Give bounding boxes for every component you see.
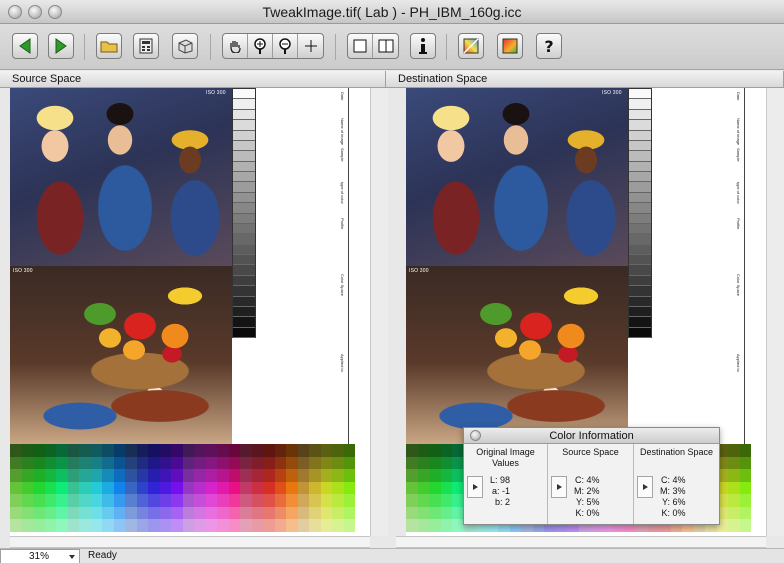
original-values-column: Original Image Values L: 98 a: -1 b: 2 — [464, 444, 548, 524]
layout-group — [347, 33, 399, 59]
open-button[interactable] — [96, 33, 122, 59]
calculator-icon — [139, 38, 153, 54]
info-button[interactable] — [410, 33, 436, 59]
side-label: Applied to — [736, 354, 741, 372]
side-label: Sample — [340, 148, 345, 162]
side-label: Sample — [736, 148, 741, 162]
status-bar: 31% Ready — [0, 548, 784, 563]
info-icon — [419, 38, 427, 54]
back-button[interactable] — [12, 33, 38, 59]
photo-musicians — [10, 88, 232, 266]
zoom-value: 31% — [29, 551, 50, 562]
iso-label: ISO 300 — [13, 268, 33, 274]
color-information-title: Color Information — [464, 428, 719, 444]
forward-icon — [55, 38, 67, 54]
side-label: Color Space — [736, 274, 741, 297]
side-label: Name of image — [340, 118, 345, 146]
source-scroll-gutter[interactable] — [370, 88, 388, 536]
gradient-button[interactable] — [497, 33, 523, 59]
source-space-column: Source Space C: 4% M: 2% Y: 5% K: 0% — [548, 444, 634, 524]
side-label: Profile — [340, 218, 345, 230]
zoom-in-button[interactable] — [248, 34, 273, 58]
destination-space-values: C: 4% M: 3% Y: 6% K: 0% — [660, 475, 686, 518]
split-view-button[interactable] — [373, 34, 398, 58]
svg-text:?: ? — [544, 37, 553, 55]
photo-fruit-basket — [406, 266, 628, 444]
source-space-popup[interactable] — [551, 476, 567, 498]
source-horizontal-scrollbar[interactable] — [10, 536, 370, 548]
iso-label: ISO 300 — [206, 90, 226, 96]
side-label: Date — [736, 92, 741, 101]
box-icon — [178, 39, 193, 54]
help-button[interactable]: ? — [536, 33, 562, 59]
source-space-values: C: 4% M: 2% Y: 5% K: 0% — [574, 475, 600, 518]
source-space-header: Source Space — [562, 447, 619, 457]
side-label: Name of image — [736, 118, 741, 146]
open-folder-icon — [100, 41, 118, 53]
split-view-icon — [378, 39, 393, 53]
toolbar: ? — [0, 24, 784, 70]
destination-scroll-gutter[interactable] — [766, 88, 784, 536]
chevron-down-icon — [69, 555, 75, 559]
gamut-icon — [463, 38, 479, 54]
box-button[interactable] — [172, 33, 198, 59]
calculator-button[interactable] — [133, 33, 159, 59]
side-label: type of color — [736, 182, 741, 204]
source-pane-header: Source Space — [0, 71, 386, 88]
gray-ramp — [628, 88, 652, 338]
close-panel-button[interactable] — [470, 430, 481, 441]
help-icon: ? — [544, 37, 553, 55]
side-labels: Date Name of image Sample type of color Prof… — [338, 88, 350, 444]
single-view-button[interactable] — [348, 34, 373, 58]
forward-button[interactable] — [48, 33, 74, 59]
gamut-button[interactable] — [458, 33, 484, 59]
original-values: L: 98 a: -1 b: 2 — [490, 475, 511, 507]
window-title: TweakImage.tif( Lab ) - PH_IBM_160g.icc — [262, 4, 522, 20]
back-icon — [19, 38, 31, 54]
iso-label: ISO 300 — [602, 90, 622, 96]
gradient-icon — [502, 38, 518, 54]
zoom-select[interactable]: 31% — [0, 549, 80, 563]
side-label: type of color — [340, 182, 345, 204]
single-view-icon — [353, 39, 367, 53]
side-label: Profile — [736, 218, 741, 230]
source-image-view[interactable]: ISO 300 ISO 300 Date Name of image Sample t… — [10, 88, 370, 536]
photo-musicians — [406, 88, 628, 266]
hand-icon — [230, 41, 241, 53]
side-labels: Date Name of image Sample type of color Prof… — [734, 88, 746, 444]
zoom-out-button[interactable] — [273, 34, 298, 58]
destination-pane-header: Destination Space — [386, 71, 784, 88]
zoom-in-icon — [254, 38, 266, 54]
destination-space-header: Destination Space — [639, 447, 714, 457]
crosshair-button[interactable] — [298, 34, 323, 58]
crosshair-icon — [304, 40, 317, 52]
color-patches — [10, 444, 355, 532]
iso-label: ISO 300 — [409, 268, 429, 274]
destination-space-column: Destination Space C: 4% M: 3% Y: 6% K: 0… — [634, 444, 719, 524]
side-label: Color Space — [340, 274, 345, 297]
side-label: Date — [340, 92, 345, 101]
title-bar: TweakImage.tif( Lab ) - PH_IBM_160g.icc — [0, 0, 784, 24]
original-values-popup[interactable] — [467, 476, 483, 498]
color-information-panel: Color Information Original Image Values … — [463, 427, 720, 525]
destination-space-popup[interactable] — [637, 476, 653, 498]
gray-ramp — [232, 88, 256, 338]
view-tools-group — [222, 33, 324, 59]
status-text: Ready — [88, 550, 117, 561]
photo-fruit-basket — [10, 266, 232, 444]
hand-tool-button[interactable] — [223, 34, 248, 58]
destination-horizontal-scrollbar[interactable] — [396, 536, 766, 548]
original-values-header: Original Image Values — [476, 447, 535, 468]
side-label: Applied to — [340, 354, 345, 372]
zoom-out-icon — [279, 38, 291, 54]
